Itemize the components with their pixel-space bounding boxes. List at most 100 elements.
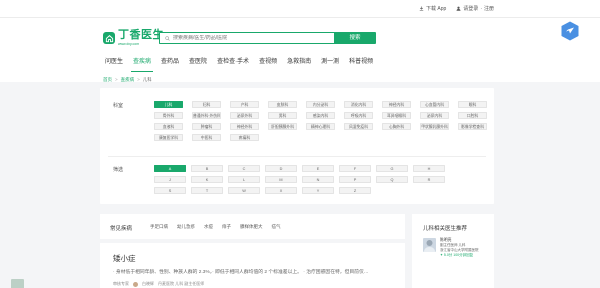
- letter-chip[interactable]: X: [265, 187, 297, 194]
- letter-chip[interactable]: M: [265, 176, 297, 183]
- main-nav: 问医生 查疾病 查药品 查医院 查检查·手术 查视频 急救指南 測一测 科普视频: [100, 56, 378, 72]
- department-chip[interactable]: 内分泌科: [306, 101, 335, 108]
- floating-app-badge-icon[interactable]: [561, 21, 579, 41]
- letter-chip[interactable]: J: [154, 176, 186, 183]
- site-logo[interactable]: 丁香医生 www.dxy.com: [103, 30, 164, 46]
- nav-item-diseases[interactable]: 查疾病: [128, 56, 156, 72]
- nav-item-ask-doctor[interactable]: 问医生: [100, 56, 128, 68]
- letter-chip[interactable]: Z: [339, 187, 371, 194]
- top-bar: 下载 App 请登录 · 注册: [0, 0, 600, 18]
- letter-chip[interactable]: S: [154, 187, 186, 194]
- account-divider: ·: [480, 5, 482, 12]
- breadcrumb-separator: >: [137, 77, 140, 82]
- second-doctor-avatar[interactable]: [11, 279, 24, 288]
- disease-tag[interactable]: 腺样体肥大: [240, 224, 263, 230]
- nav-item-tests-surgery[interactable]: 查检查·手术: [212, 56, 254, 68]
- department-chip[interactable]: 感染内科: [306, 112, 335, 119]
- letter-chip[interactable]: W: [228, 187, 260, 194]
- department-chip[interactable]: 泌尿内科: [420, 112, 449, 119]
- letter-chip[interactable]: N: [302, 176, 334, 183]
- breadcrumb-diseases[interactable]: 查疾病: [121, 77, 135, 83]
- department-chip[interactable]: 疼痛科: [230, 134, 259, 141]
- letter-chip[interactable]: P: [339, 176, 371, 183]
- department-chip[interactable]: 泌尿外科: [230, 112, 259, 119]
- nav-item-self-test[interactable]: 測一测: [316, 56, 344, 68]
- department-chip[interactable]: 心胸外科: [382, 123, 411, 130]
- letter-chip[interactable]: L: [228, 176, 260, 183]
- download-icon: [419, 6, 424, 11]
- nav-item-first-aid[interactable]: 急救指南: [282, 56, 316, 68]
- department-chip[interactable]: 骨外科: [154, 112, 183, 119]
- department-chip[interactable]: 影像学检查科: [458, 123, 487, 130]
- department-chip[interactable]: 耳鼻咽喉科: [382, 112, 411, 119]
- department-chip[interactable]: 口腔科: [458, 112, 487, 119]
- letter-chip[interactable]: B: [191, 165, 223, 172]
- logo-house-icon: [103, 32, 115, 44]
- department-chip[interactable]: 心血管内科: [420, 101, 449, 108]
- top-bar-links: 下载 App 请登录 · 注册: [419, 5, 494, 12]
- letter-chip[interactable]: E: [302, 165, 334, 172]
- letter-chip-grid: ABCDEFGH JKLMNPQR STWXYZ: [154, 165, 445, 194]
- disease-tag[interactable]: 幼儿急疹: [177, 224, 195, 230]
- doctor-stats: ✦ 5.0分 100分钟回复: [440, 253, 474, 257]
- article-title[interactable]: 矮小症: [113, 253, 136, 264]
- breadcrumb-home[interactable]: 首页: [103, 77, 112, 83]
- nav-item-science-videos[interactable]: 科普视频: [344, 56, 378, 68]
- department-chip[interactable]: 神经内科: [382, 101, 411, 108]
- department-chip[interactable]: 肝胆胰腺外科: [268, 123, 297, 130]
- author-avatar: [133, 281, 138, 287]
- department-chip[interactable]: 中医科: [192, 134, 221, 141]
- department-chip[interactable]: 血液科: [154, 123, 183, 130]
- letter-chip[interactable]: A: [154, 165, 186, 172]
- author-name[interactable]: 白晓辉: [142, 281, 154, 287]
- register-link[interactable]: 注册: [484, 5, 494, 12]
- disease-tag[interactable]: 疝气: [272, 224, 281, 230]
- letter-chip[interactable]: D: [265, 165, 297, 172]
- common-diseases-title: 常见疾病: [110, 226, 133, 232]
- nav-item-hospitals[interactable]: 查医院: [184, 56, 212, 68]
- letter-chip[interactable]: K: [191, 176, 223, 183]
- search-input[interactable]: [173, 35, 333, 41]
- department-chip[interactable]: 甲状腺乳腺外科: [420, 123, 449, 130]
- department-chip[interactable]: 产科: [230, 101, 259, 108]
- letter-chip[interactable]: C: [228, 165, 260, 172]
- letter-chip[interactable]: H: [413, 165, 445, 172]
- author-prefix: 审核专家: [113, 281, 129, 286]
- panel-divider: [108, 156, 486, 157]
- letter-chip[interactable]: Y: [302, 187, 334, 194]
- department-chip[interactable]: 普通外科·外伤科: [192, 112, 221, 119]
- search-button[interactable]: 搜索: [334, 32, 376, 44]
- letter-chip[interactable]: F: [339, 165, 371, 172]
- department-chip[interactable]: 神经外科: [230, 123, 259, 130]
- department-chip[interactable]: 康复医学科: [154, 134, 183, 141]
- disease-tag[interactable]: 手足口病: [150, 224, 168, 230]
- logo-text: 丁香医生: [118, 29, 164, 41]
- department-chip[interactable]: 皮肤科: [268, 101, 297, 108]
- download-app-label: 下载 App: [426, 6, 447, 12]
- nav-item-videos[interactable]: 查视频: [254, 56, 282, 68]
- nav-item-drugs[interactable]: 查药品: [156, 56, 184, 68]
- letter-chip[interactable]: G: [376, 165, 408, 172]
- common-diseases-tags: 手足口病 幼儿急疹 水痘 痱子 腺样体肥大 疝气: [150, 224, 281, 230]
- filter-panel: 科室 儿科 妇科 产科 皮肤科 内分泌科 消化内科 神经内科 心血管内科 眼科 骨外科 普通外科·外…: [100, 88, 494, 204]
- department-chip[interactable]: 消化内科: [344, 101, 373, 108]
- department-chip[interactable]: 呼吸内科: [344, 112, 373, 119]
- article-summary: · 身材低于相同年龄、性别、种族人群的 2.3%，· 即低于相同人群均值的 2 …: [113, 270, 369, 275]
- disease-tag[interactable]: 水痘: [204, 224, 213, 230]
- letter-chip[interactable]: Q: [376, 176, 408, 183]
- department-chip[interactable]: 肿瘤科: [192, 123, 221, 130]
- letter-chip[interactable]: R: [413, 176, 445, 183]
- article-card[interactable]: 矮小症 · 身材低于相同年龄、性别、种族人群的 2.3%，· 即低于相同人群均值…: [100, 243, 405, 288]
- department-chip[interactable]: 眼科: [458, 101, 487, 108]
- department-chip[interactable]: 妇科: [192, 101, 221, 108]
- author-title: 丹麦医院 儿科 副主任医师: [158, 281, 205, 286]
- disease-tag[interactable]: 痱子: [222, 224, 231, 230]
- login-link[interactable]: 请登录: [463, 5, 478, 12]
- download-app-link[interactable]: 下载 App: [419, 5, 446, 12]
- department-chip[interactable]: 儿科: [154, 101, 183, 108]
- department-chip[interactable]: 精神心理科: [306, 123, 335, 130]
- department-chip[interactable]: 男科: [268, 112, 297, 119]
- department-chip[interactable]: 风湿免疫科: [344, 123, 373, 130]
- letter-chip[interactable]: T: [191, 187, 223, 194]
- user-icon: [456, 6, 461, 11]
